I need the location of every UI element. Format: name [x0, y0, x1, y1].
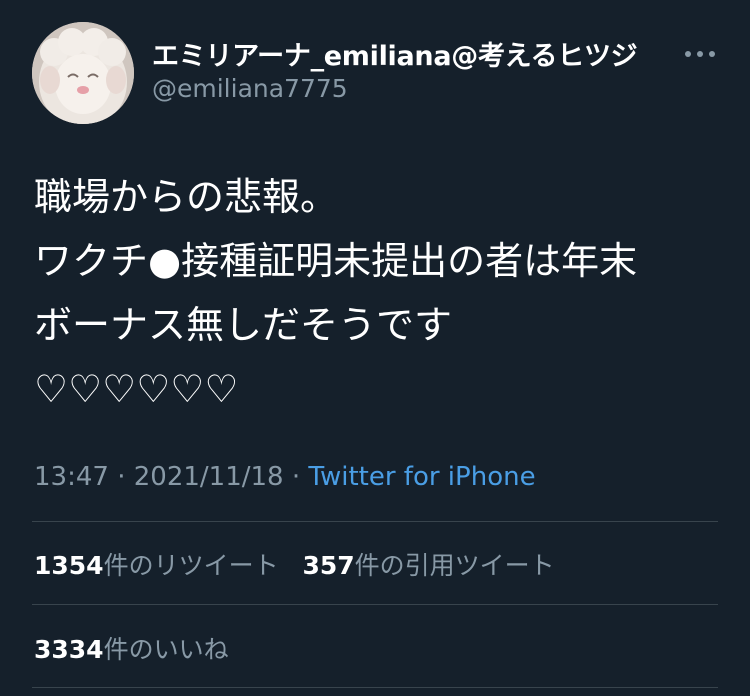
tweet-text-line: ワクチ●接種証明未提出の者は年末 [34, 239, 638, 283]
tweet-time[interactable]: 13:47 [34, 462, 109, 492]
retweets-label: 件のリツイート [103, 551, 279, 580]
tweet-text: 職場からの悲報。 ワクチ●接種証明未提出の者は年末 ボーナス無しだそうです ♡♡… [34, 165, 724, 421]
divider [32, 687, 718, 688]
retweets-count: 1354 [34, 551, 104, 580]
tweet-text-line: ボーナス無しだそうです [34, 303, 453, 347]
likes-stats: 3334件のいいね [34, 630, 229, 666]
meta-separator: · [108, 462, 134, 492]
engagement-stats: 1354件のリツイート 357件の引用ツイート [34, 546, 555, 582]
tweet-detail: エミリアーナ_emiliana@考えるヒツジ @emiliana7775 職場か… [0, 0, 750, 696]
meta-separator: · [283, 462, 309, 492]
tweet-text-line: ♡♡♡♡♡♡ [34, 367, 239, 411]
divider [32, 521, 718, 522]
user-handle[interactable]: @emiliana7775 [152, 74, 348, 103]
tweet-text-line: 職場からの悲報。 [34, 175, 339, 219]
avatar[interactable] [32, 22, 134, 124]
sheep-plush-avatar-icon [32, 22, 134, 124]
likes-stat[interactable]: 3334件のいいね [34, 635, 229, 664]
tweet-meta: 13:47 · 2021/11/18 · Twitter for iPhone [34, 462, 536, 492]
quotes-stat[interactable]: 357件の引用ツイート [302, 551, 554, 580]
more-options-button[interactable] [680, 40, 720, 68]
more-horizontal-icon [685, 51, 715, 57]
quotes-label: 件の引用ツイート [354, 551, 555, 580]
likes-count: 3334 [34, 635, 104, 664]
divider [32, 604, 718, 605]
display-name[interactable]: エミリアーナ_emiliana@考えるヒツジ [152, 34, 638, 73]
retweets-stat[interactable]: 1354件のリツイート [34, 551, 279, 580]
tweet-source-link[interactable]: Twitter for iPhone [308, 462, 535, 492]
likes-label: 件のいいね [103, 635, 229, 664]
quotes-count: 357 [302, 551, 355, 580]
tweet-date[interactable]: 2021/11/18 [134, 462, 284, 492]
